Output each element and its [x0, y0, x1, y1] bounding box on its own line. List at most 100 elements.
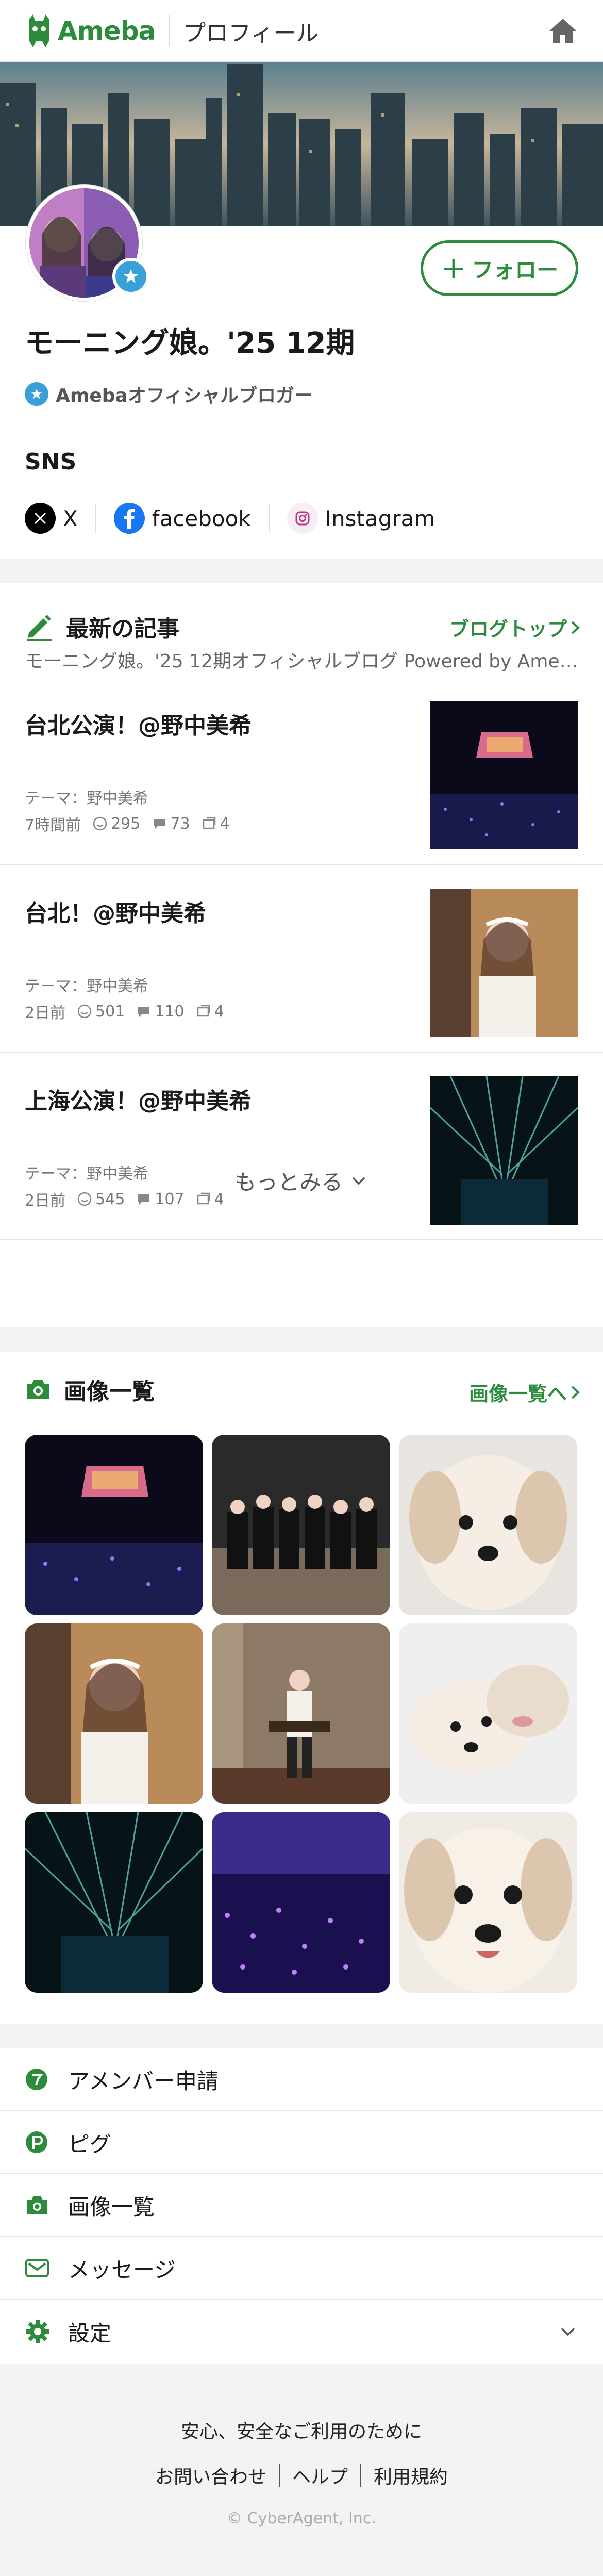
image-thumbnail[interactable]: [399, 1812, 577, 1993]
image-list-link[interactable]: 画像一覧へ: [469, 1378, 582, 1406]
footer-safety-link[interactable]: 安心、安全なご利用のために: [0, 2417, 603, 2443]
profile-menu: アメンバー申請 ピグ 画像一覧 メッセージ 設定: [0, 2048, 603, 2363]
chevron-right-icon: [571, 1386, 580, 1399]
menu-item-settings[interactable]: 設定: [0, 2300, 603, 2363]
sns-link-instagram[interactable]: Instagram: [287, 503, 435, 534]
plus-icon: +: [440, 250, 467, 286]
image-thumbnail[interactable]: [25, 1623, 203, 1804]
article-thumbnail: [430, 889, 578, 1037]
blog-top-label: ブログトップ: [449, 618, 567, 641]
gear-icon: [25, 2319, 54, 2344]
menu-label: メッセージ: [68, 2257, 176, 2283]
menu-label: 画像一覧: [68, 2194, 155, 2220]
menu-item-pigg[interactable]: ピグ: [0, 2111, 603, 2174]
comment-icon: [138, 1007, 150, 1017]
menu-label: 設定: [68, 2320, 112, 2346]
article-thumbnail: [430, 701, 578, 849]
pencil-icon: [27, 615, 52, 641]
reblog-count: 4: [202, 815, 230, 833]
sns-heading: SNS: [25, 449, 77, 475]
menu-item-amember[interactable]: アメンバー申請: [0, 2048, 603, 2111]
sns-label-x: X: [63, 505, 78, 531]
official-badge-icon: [112, 258, 149, 295]
article-title: 台北公演！@野中美希: [25, 713, 252, 739]
comment-count-value: 73: [170, 814, 190, 833]
blog-top-link[interactable]: ブログトップ: [449, 613, 582, 642]
camera-icon: [27, 1380, 49, 1399]
header-divider: [169, 15, 170, 46]
article-title: 上海公演！@野中美希: [25, 1088, 252, 1114]
chevron-down-icon: [561, 2327, 575, 2336]
x-icon: [25, 503, 56, 534]
comment-icon: [154, 819, 165, 829]
image-thumbnail[interactable]: [25, 1812, 203, 1993]
sns-link-x[interactable]: X: [25, 503, 78, 534]
image-list-title: 画像一覧: [64, 1379, 155, 1405]
comment-count: 110: [136, 1003, 185, 1021]
sns-link-facebook[interactable]: facebook: [113, 503, 251, 534]
image-thumbnail[interactable]: [399, 1435, 577, 1615]
reblog-count: 4: [196, 1003, 224, 1021]
article-theme: テーマ：野中美希: [25, 977, 148, 995]
camera-icon: [25, 2194, 54, 2216]
message-icon: [25, 2258, 54, 2278]
smile-icon: [77, 1004, 92, 1019]
chevron-right-icon: [571, 621, 580, 634]
facebook-icon: [113, 503, 145, 534]
menu-label: ピグ: [68, 2131, 112, 2157]
image-thumbnail[interactable]: [212, 1435, 390, 1615]
official-blogger-badge: Amebaオフィシャルブロガー: [25, 381, 313, 407]
menu-item-image-list[interactable]: 画像一覧: [0, 2174, 603, 2237]
like-count-value: 501: [95, 1002, 125, 1021]
ameba-logo[interactable]: Ameba: [25, 14, 156, 47]
avatar-container[interactable]: [26, 185, 149, 301]
image-list-section: 画像一覧 画像一覧へ: [0, 1352, 603, 2024]
article-title: 台北！@野中美希: [25, 900, 206, 927]
article-item[interactable]: 台北！@野中美希 テーマ：野中美希 2日前 501 110 4: [0, 865, 603, 1053]
image-thumbnail[interactable]: [25, 1435, 203, 1615]
sns-divider: [95, 504, 96, 533]
footer-divider: [278, 2464, 280, 2487]
sns-label-facebook: facebook: [152, 505, 251, 531]
official-blogger-label: Amebaオフィシャルブロガー: [56, 385, 313, 406]
follow-label: フォロー: [472, 257, 559, 283]
image-thumbnail[interactable]: [212, 1812, 390, 1993]
show-more-button[interactable]: もっとみる: [0, 1146, 603, 1215]
amember-icon: [25, 2068, 54, 2091]
latest-articles-header: 最新の記事: [25, 610, 179, 643]
image-list-link-label: 画像一覧へ: [468, 1383, 567, 1405]
article-meta: 2日前 501 110 4: [25, 1000, 236, 1023]
ameba-mascot-icon: [29, 14, 49, 47]
profile-name: モーニング娘。'25 12期: [25, 326, 355, 360]
instagram-icon: [287, 503, 318, 534]
image-list-header: 画像一覧: [25, 1373, 155, 1406]
footer-link-terms[interactable]: 利用規約: [374, 2462, 448, 2489]
section-gap: [0, 559, 603, 583]
image-thumbnail[interactable]: [399, 1623, 577, 1804]
section-gap: [0, 1327, 603, 1352]
menu-item-message[interactable]: メッセージ: [0, 2237, 603, 2300]
like-count: 501: [77, 1003, 125, 1021]
sns-links: X facebook Instagram: [25, 500, 435, 536]
sns-divider: [268, 504, 270, 533]
reblog-count-value: 4: [214, 1002, 224, 1021]
footer-divider: [360, 2464, 361, 2487]
page-title: プロフィール: [183, 20, 319, 46]
blog-subtitle: モーニング娘。'25 12期オフィシャルブログ Powered by Ameba: [25, 651, 581, 672]
latest-articles-section: 最新の記事 ブログトップ モーニング娘。'25 12期オフィシャルブログ Pow…: [0, 583, 603, 1327]
article-theme: テーマ：野中美希: [25, 790, 148, 808]
follow-button[interactable]: + フォロー: [421, 240, 578, 296]
image-thumbnail[interactable]: [212, 1623, 390, 1804]
home-icon[interactable]: [547, 15, 578, 46]
article-item[interactable]: 台北公演！@野中美希 テーマ：野中美希 7時間前 295 73 4: [0, 677, 603, 865]
sns-label-instagram: Instagram: [325, 505, 435, 531]
menu-label: アメンバー申請: [68, 2068, 219, 2094]
comment-count: 73: [152, 815, 190, 833]
footer-links: お問い合わせ ヘルプ 利用規約: [0, 2462, 603, 2489]
footer-link-help[interactable]: ヘルプ: [292, 2462, 348, 2489]
footer-link-contact[interactable]: お問い合わせ: [155, 2462, 266, 2489]
app-header: Ameba プロフィール: [0, 0, 603, 62]
chevron-down-icon: [352, 1177, 365, 1185]
profile-section: + フォロー モーニング娘。'25 12期 Amebaオフィシャルブロガー SN…: [0, 185, 603, 559]
section-gap: [0, 2024, 603, 2048]
